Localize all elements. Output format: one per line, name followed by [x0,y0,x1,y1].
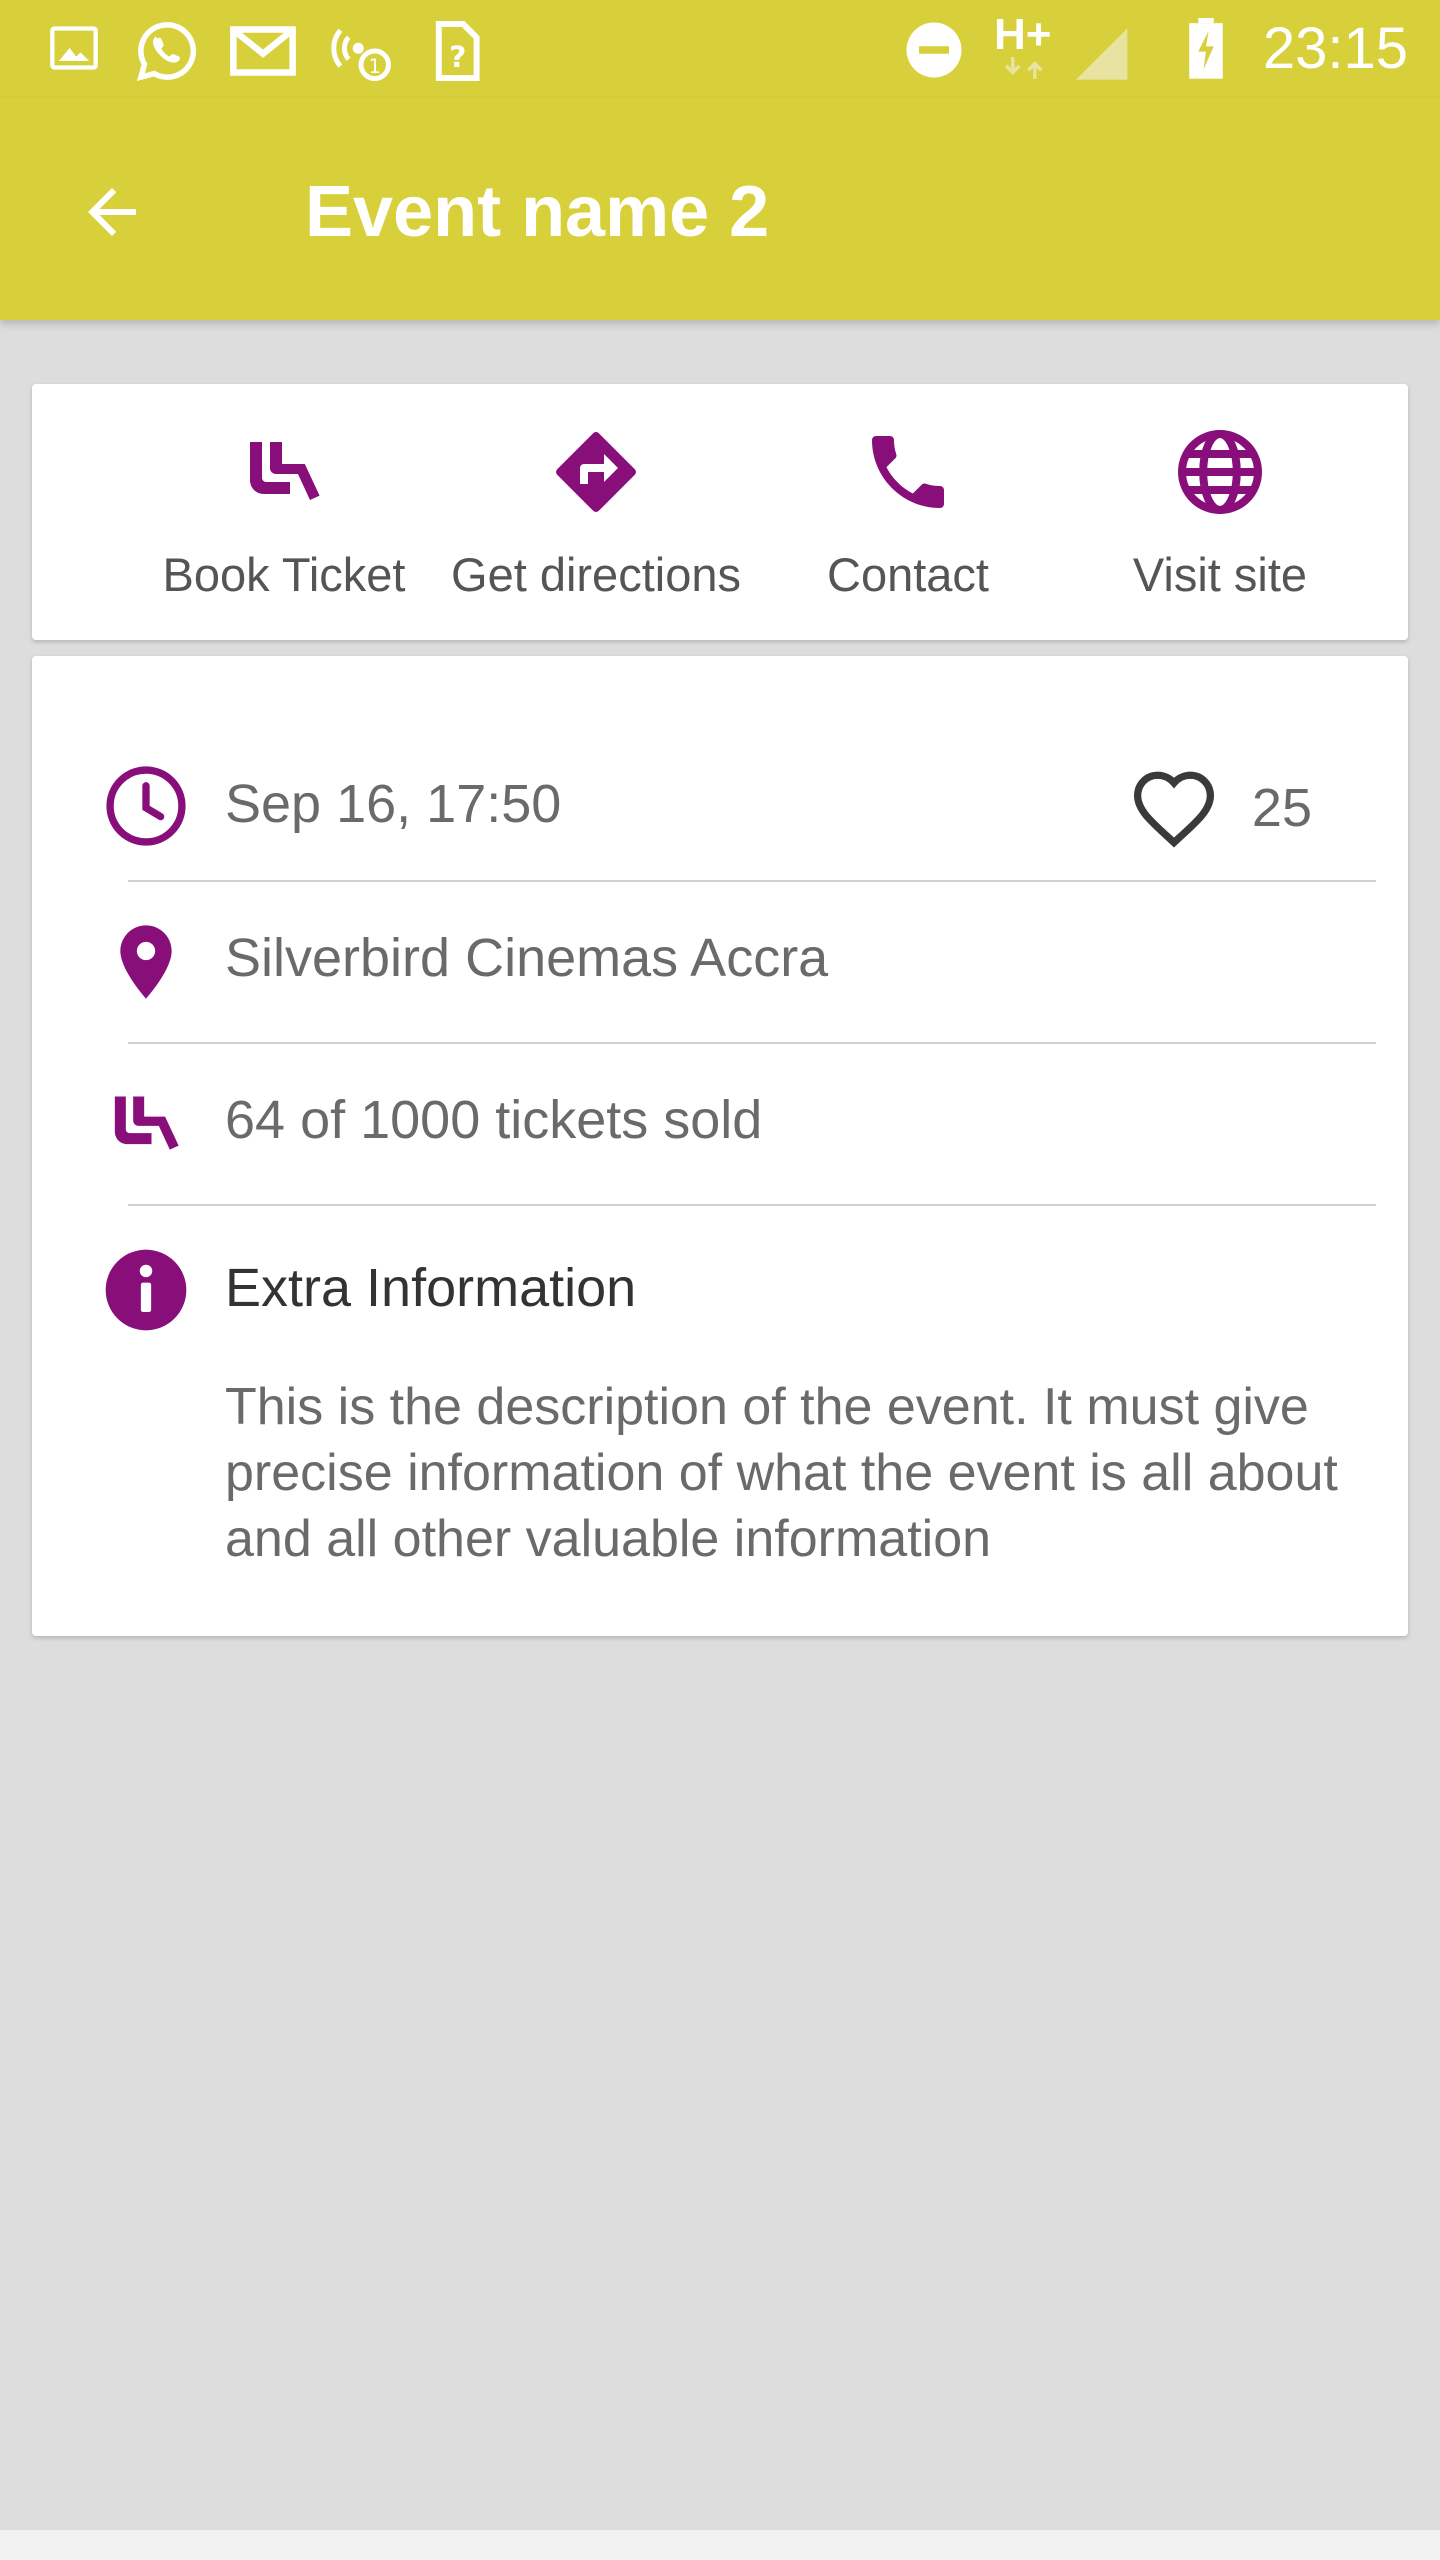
hotspot-icon: 1 [331,28,391,81]
sim-icon: ? [435,21,480,81]
extra-info-title: Extra Information [225,1258,637,1318]
app-bar: Event name 2 [0,98,1440,320]
seat-icon [114,1096,179,1150]
contact-label: Contact [827,548,989,601]
arrow-back-icon [88,188,136,236]
back-button[interactable] [62,162,162,262]
visit-site-label: Visit site [1132,548,1308,601]
event-description: This is the description of the event. It… [225,1378,1338,1568]
book-ticket-button[interactable]: Book Ticket [124,384,444,640]
divider [128,880,1376,882]
actions-card: Book Ticket Get directions Contact Visit… [32,384,1408,640]
likes: 25 [1130,758,1312,858]
clock-icon [106,766,186,846]
page-title: Event name 2 [305,172,770,252]
details-card: Sep 16, 17:50 25 Silverbird Cinemas Accr… [32,656,1408,1636]
svg-text:1: 1 [369,55,381,78]
network-type-indicator: H+ [994,10,1052,59]
directions-icon [556,432,636,512]
visit-site-button[interactable]: Visit site [1060,384,1380,640]
bottom-strip [0,2530,1440,2560]
contact-button[interactable]: Contact [748,384,1068,640]
whatsapp-icon [136,22,197,82]
book-ticket-label: Book Ticket [162,548,406,601]
get-directions-label: Get directions [451,548,741,601]
globe-icon [1178,430,1262,514]
signal-icon [1076,28,1128,80]
location-pin-icon [120,925,172,999]
gmail-icon [230,26,296,76]
data-arrows-icon [1004,57,1043,79]
image-icon [50,26,98,70]
heart-icon[interactable] [1130,768,1218,848]
divider [128,1204,1376,1206]
divider [128,1042,1376,1044]
dnd-icon [906,22,962,78]
tickets-sold: 64 of 1000 tickets sold [225,1090,763,1150]
battery-charging-icon [1189,18,1223,79]
info-icon [105,1249,187,1331]
phone-icon [872,436,944,508]
seat-icon [250,442,320,500]
status-bar: 1 ? H+ 23:15 [0,0,1440,98]
event-location: Silverbird Cinemas Accra [225,928,829,988]
get-directions-button[interactable]: Get directions [436,384,756,640]
svg-text:?: ? [449,40,466,75]
status-time: 23:15 [1262,16,1408,81]
likes-count: 25 [1251,778,1312,838]
